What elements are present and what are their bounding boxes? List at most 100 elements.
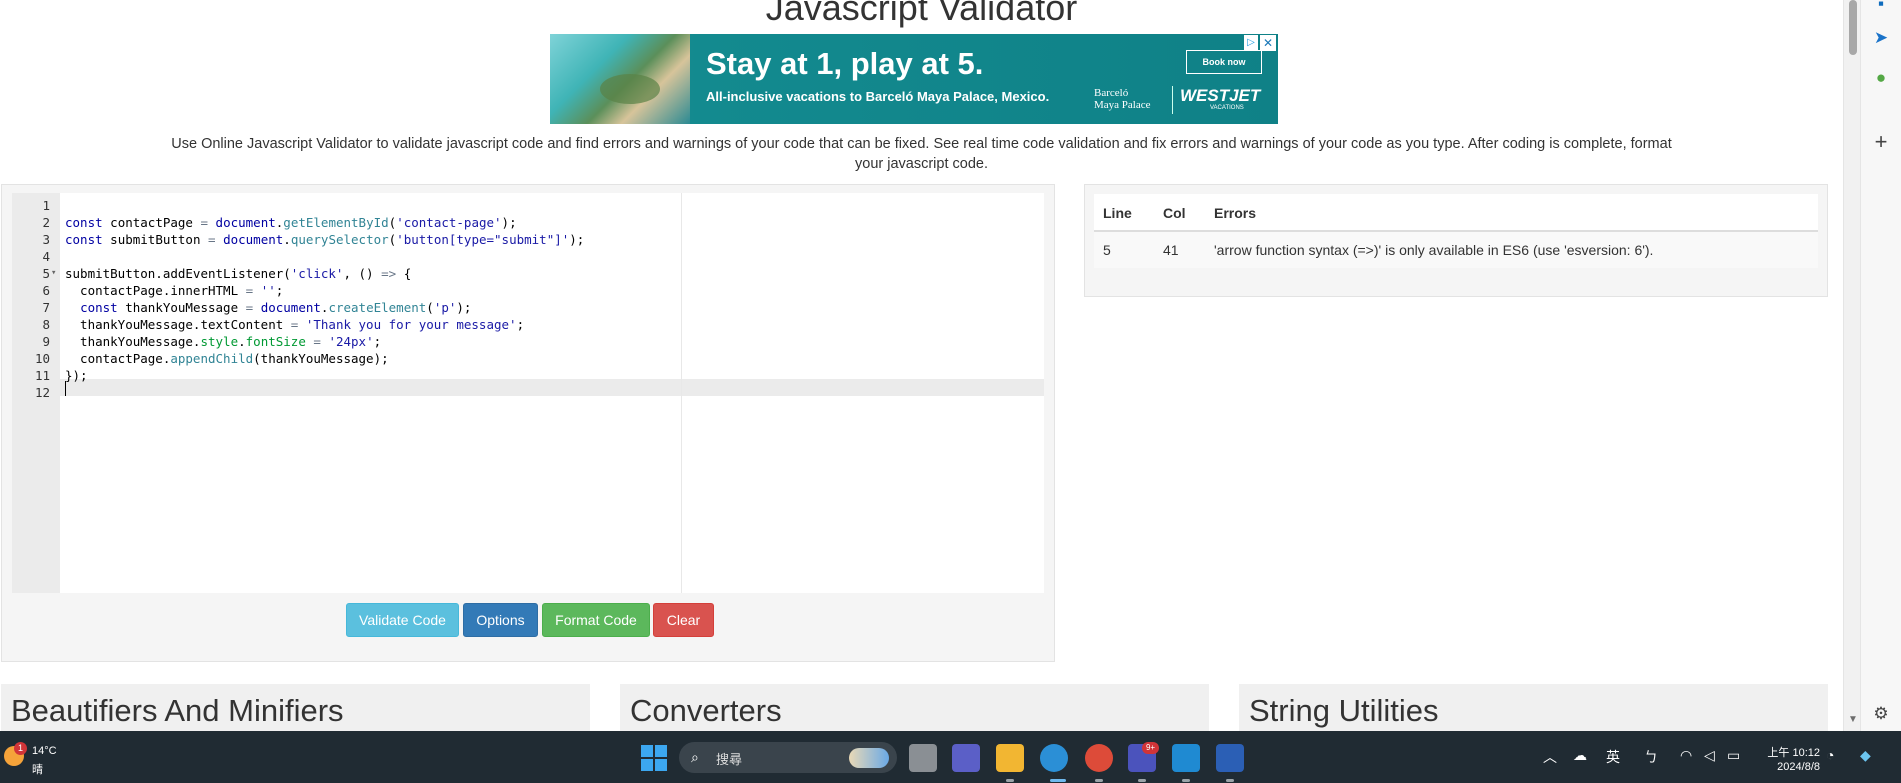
ad-brand-barcelo-sub: Maya Palace bbox=[1094, 99, 1151, 111]
page-scrollbar[interactable]: ▼ bbox=[1843, 0, 1860, 731]
edge-sidebar: ▪ ➤ ● + ⚙ bbox=[1860, 0, 1901, 731]
code-line[interactable]: 6 contactPage.innerHTML = ''; bbox=[12, 282, 1044, 299]
telegram-icon[interactable]: ➤ bbox=[1871, 28, 1891, 48]
options-button[interactable]: Options bbox=[463, 603, 538, 637]
errors-table: Line Col Errors 5 41 'arrow function syn… bbox=[1094, 194, 1818, 268]
taskbar-search[interactable]: ⌕ 搜尋 bbox=[679, 742, 897, 773]
code-line[interactable]: 5 ▾ submitButton.addEventListener('click',… bbox=[12, 265, 1044, 282]
clear-button[interactable]: Clear bbox=[653, 603, 714, 637]
code-text: const contactPage = document.getElementB… bbox=[65, 215, 517, 230]
close-icon[interactable]: ✕ bbox=[1260, 35, 1276, 51]
taskbar: 1 14°C 晴 ⌕ 搜尋 9+ ︿ ☁ 英 ㄅ ◠ ◁ ▭ 上午 10:12 … bbox=[0, 731, 1901, 783]
code-text: contactPage.appendChild(thankYouMessage)… bbox=[65, 351, 389, 366]
wifi-icon[interactable]: ◠ bbox=[1680, 747, 1692, 764]
clock-time[interactable]: 上午 10:12 bbox=[1762, 744, 1820, 760]
chrome-icon[interactable] bbox=[1085, 744, 1113, 772]
header-line: Line bbox=[1103, 205, 1132, 221]
line-number: 3 bbox=[42, 232, 50, 247]
ime-mode[interactable]: ㄅ bbox=[1644, 747, 1658, 767]
category-converters[interactable]: Converters bbox=[620, 684, 1209, 731]
code-text: thankYouMessage.textContent = 'Thank you… bbox=[65, 317, 525, 332]
code-line[interactable]: 7 const thankYouMessage = document.creat… bbox=[12, 299, 1044, 316]
clock-date[interactable]: 2024/8/8 bbox=[1762, 761, 1820, 773]
teams-badge: 9+ bbox=[1142, 742, 1159, 754]
ad-brand-westjet: WESTJET bbox=[1180, 86, 1261, 105]
error-message: 'arrow function syntax (=>)' is only ava… bbox=[1214, 242, 1654, 258]
code-line[interactable]: 12 bbox=[12, 384, 1044, 401]
line-number: 10 bbox=[34, 351, 50, 366]
code-text: }); bbox=[65, 368, 88, 383]
battery-icon[interactable]: ▭ bbox=[1727, 747, 1740, 764]
file-explorer-icon[interactable] bbox=[996, 744, 1024, 772]
volume-icon[interactable]: ◁ bbox=[1704, 747, 1715, 764]
word-icon[interactable] bbox=[1216, 744, 1244, 772]
table-row[interactable]: 5 41 'arrow function syntax (=>)' is onl… bbox=[1094, 232, 1818, 268]
notification-bell-icon[interactable]: ◔ bbox=[1826, 747, 1834, 763]
ad-brand-barcelo-name: Barceló bbox=[1094, 87, 1129, 99]
scroll-down-arrow-icon[interactable]: ▼ bbox=[1848, 714, 1858, 725]
code-editor[interactable]: 1 2 const contactPage = document.getElemen… bbox=[12, 193, 1044, 593]
chevron-up-icon[interactable]: ︿ bbox=[1543, 747, 1557, 767]
line-number: 9 bbox=[42, 334, 50, 349]
ad-headline: Stay at 1, play at 5. bbox=[706, 46, 984, 81]
vscode-icon[interactable] bbox=[1172, 744, 1200, 772]
category-beautifiers[interactable]: Beautifiers And Minifiers bbox=[1, 684, 590, 731]
add-icon[interactable]: + bbox=[1871, 131, 1891, 153]
browser-page: Javascript Validator Stay at 1, play at … bbox=[0, 0, 1843, 731]
code-line[interactable]: 1 bbox=[12, 197, 1044, 214]
line-number: 12 bbox=[34, 385, 50, 400]
search-highlight-image bbox=[849, 748, 889, 768]
code-text: submitButton.addEventListener('click', (… bbox=[65, 266, 412, 281]
info-triangle-icon[interactable]: ▷ bbox=[1244, 35, 1258, 51]
ad-subline: All-inclusive vacations to Barceló Maya … bbox=[706, 89, 1050, 104]
code-line[interactable]: 9 thankYouMessage.style.fontSize = '24px… bbox=[12, 333, 1044, 350]
running-indicator bbox=[1182, 779, 1190, 782]
ad-book-now-button[interactable]: Book now bbox=[1186, 50, 1262, 74]
tree-icon[interactable]: ● bbox=[1871, 68, 1891, 88]
validate-code-button[interactable]: Validate Code bbox=[346, 603, 459, 637]
header-col: Col bbox=[1163, 205, 1186, 221]
code-text: contactPage.innerHTML = ''; bbox=[65, 283, 284, 298]
code-text: thankYouMessage.style.fontSize = '24px'; bbox=[65, 334, 382, 349]
error-line: 5 bbox=[1103, 242, 1111, 258]
running-indicator bbox=[1095, 779, 1103, 782]
edge-browser-icon[interactable] bbox=[1040, 744, 1068, 772]
text-cursor bbox=[65, 381, 66, 396]
errors-panel: Line Col Errors 5 41 'arrow function syn… bbox=[1084, 184, 1828, 297]
category-string-utilities[interactable]: String Utilities bbox=[1239, 684, 1828, 731]
code-line[interactable]: 11}); bbox=[12, 367, 1044, 384]
copilot-icon[interactable]: ◆ bbox=[1860, 747, 1871, 764]
outlook-icon[interactable]: ▪ bbox=[1871, 0, 1891, 14]
code-line[interactable]: 8 thankYouMessage.textContent = 'Thank y… bbox=[12, 316, 1044, 333]
code-line[interactable]: 3 const submitButton = document.querySele… bbox=[12, 231, 1044, 248]
category-title: Converters bbox=[630, 693, 782, 728]
code-line[interactable]: 2 const contactPage = document.getElement… bbox=[12, 214, 1044, 231]
line-number: 8 bbox=[42, 317, 50, 332]
fold-arrow-icon[interactable]: ▾ bbox=[51, 265, 56, 282]
gear-icon[interactable]: ⚙ bbox=[1871, 704, 1891, 724]
task-view-icon[interactable] bbox=[909, 744, 937, 772]
code-text: const thankYouMessage = document.createE… bbox=[80, 300, 472, 315]
scrollbar-thumb[interactable] bbox=[1849, 0, 1857, 55]
weather-condition[interactable]: 晴 bbox=[32, 761, 43, 777]
code-line[interactable]: 10 contactPage.appendChild(thankYouMessa… bbox=[12, 350, 1044, 367]
line-number: 6 bbox=[42, 283, 50, 298]
ad-resort-photo bbox=[550, 34, 690, 124]
running-indicator bbox=[1006, 779, 1014, 782]
errors-table-header: Line Col Errors bbox=[1094, 194, 1818, 232]
format-code-button[interactable]: Format Code bbox=[542, 603, 650, 637]
page-title: Javascript Validator bbox=[765, 0, 1078, 28]
ad-brand-barcelo: Barceló Maya Palace bbox=[1094, 87, 1151, 111]
windows-start-icon[interactable] bbox=[641, 745, 667, 771]
teams-chat-icon[interactable] bbox=[952, 744, 980, 772]
weather-temperature[interactable]: 14°C bbox=[32, 745, 57, 757]
active-indicator bbox=[1050, 779, 1066, 782]
page-description: Use Online Javascript Validator to valid… bbox=[171, 136, 1672, 172]
category-title: String Utilities bbox=[1249, 693, 1439, 728]
line-number: 7 bbox=[42, 300, 50, 315]
onedrive-cloud-icon[interactable]: ☁ bbox=[1573, 747, 1587, 764]
line-number: 11 bbox=[34, 368, 50, 383]
ad-banner[interactable]: Stay at 1, play at 5. All-inclusive vaca… bbox=[550, 34, 1278, 124]
code-line[interactable]: 4 bbox=[12, 248, 1044, 265]
ime-language[interactable]: 英 bbox=[1606, 747, 1620, 767]
